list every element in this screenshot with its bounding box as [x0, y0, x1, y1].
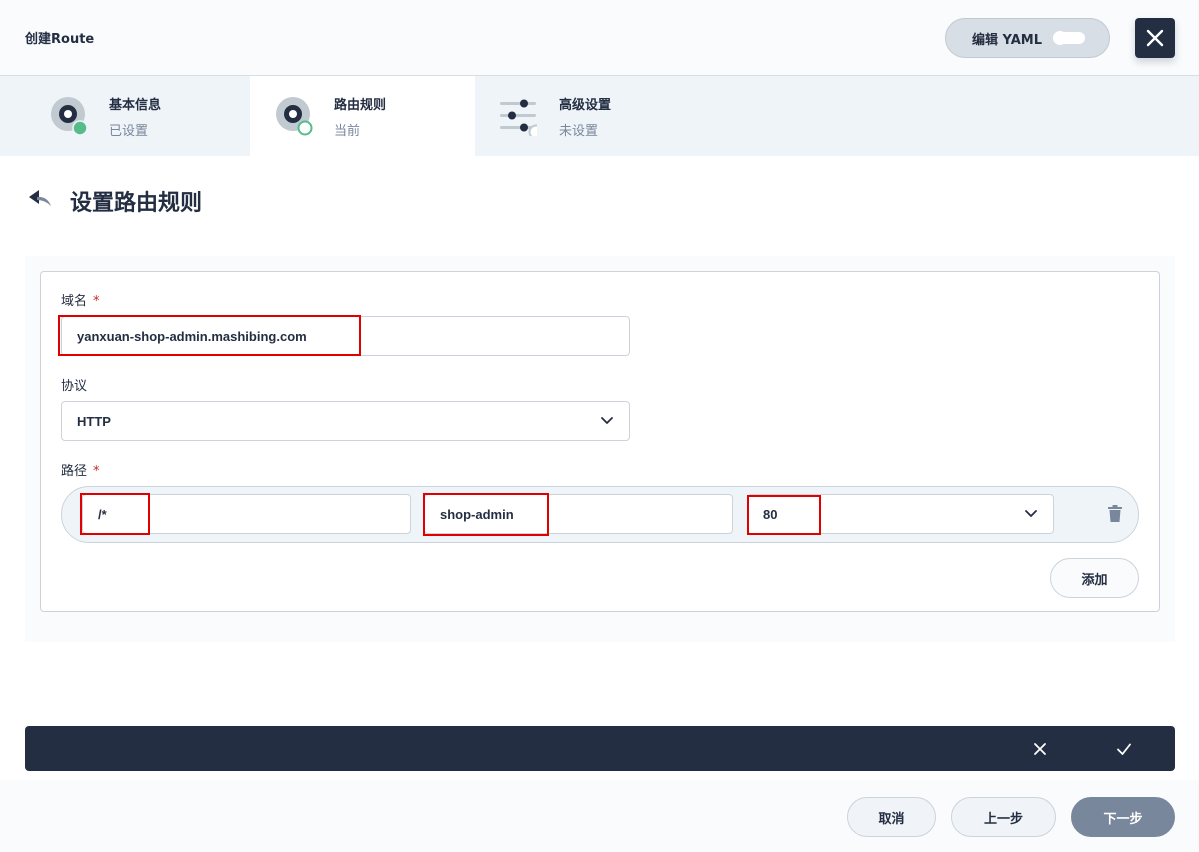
port-select[interactable]: 80 — [747, 494, 1054, 534]
required-mark: * — [93, 294, 100, 309]
service-select[interactable]: shop-admin — [424, 494, 733, 534]
route-rules-panel: 域名 * yanxuan-shop-admin.mashibing.com 协议 … — [25, 256, 1175, 642]
close-icon — [1146, 29, 1164, 47]
tab-route-rules[interactable]: 路由规则 当前 — [250, 76, 475, 156]
modal-title: 创建Route — [25, 32, 95, 47]
trash-icon[interactable] — [1107, 504, 1123, 524]
step-title: 基本信息 — [109, 98, 162, 113]
edit-yaml-label: 编辑 YAML — [972, 32, 1042, 48]
path-rule-row: /* shop-admin 80 — [61, 486, 1139, 543]
step-tabs: 基本信息 已设置 路由规则 当前 高级设置 未设置 — [0, 76, 1199, 156]
close-icon[interactable] — [1032, 741, 1048, 757]
edit-yaml-toggle-button[interactable]: 编辑 YAML — [945, 18, 1110, 58]
path-label: 路径 * — [61, 460, 100, 479]
cancel-button[interactable]: 取消 — [847, 797, 936, 837]
step-title: 高级设置 — [559, 98, 612, 113]
section-title: 设置路由规则 — [70, 191, 203, 216]
chevron-down-icon — [601, 417, 613, 424]
previous-step-button[interactable]: 上一步 — [951, 797, 1056, 837]
path-label-text: 路径 — [61, 464, 88, 479]
required-mark: * — [93, 464, 100, 479]
modal-footer: 取消 上一步 下一步 — [0, 780, 1199, 852]
service-value: shop-admin — [440, 506, 514, 522]
port-value: 80 — [763, 506, 778, 522]
domain-label-text: 域名 — [61, 294, 88, 309]
check-icon[interactable] — [1116, 741, 1132, 757]
sliders-icon — [500, 99, 537, 136]
add-path-button[interactable]: 添加 — [1050, 558, 1139, 598]
gear-wheel-icon — [276, 97, 313, 136]
domain-input[interactable]: yanxuan-shop-admin.mashibing.com — [61, 316, 630, 356]
back-arrow-icon[interactable] — [27, 188, 53, 208]
toggle-switch-icon[interactable] — [1053, 31, 1085, 45]
next-step-button[interactable]: 下一步 — [1071, 797, 1175, 837]
step-title: 路由规则 — [334, 98, 387, 113]
chevron-down-icon — [1025, 510, 1037, 517]
close-button[interactable] — [1135, 18, 1175, 58]
protocol-select[interactable]: HTTP — [61, 401, 630, 441]
protocol-label: 协议 — [61, 379, 88, 394]
tab-advanced-settings[interactable]: 高级设置 未设置 — [475, 76, 700, 156]
path-value: /* — [98, 506, 107, 522]
modal-header: 创建Route 编辑 YAML — [0, 0, 1199, 76]
edit-confirm-bar — [25, 726, 1175, 771]
domain-label: 域名 * — [61, 290, 100, 309]
step-status: 当前 — [334, 124, 361, 139]
domain-value: yanxuan-shop-admin.mashibing.com — [77, 328, 307, 344]
protocol-value: HTTP — [77, 413, 111, 429]
tab-basic-info[interactable]: 基本信息 已设置 — [0, 76, 225, 156]
step-status: 未设置 — [559, 124, 599, 139]
step-status: 已设置 — [109, 124, 149, 139]
path-input[interactable]: /* — [82, 494, 411, 534]
gear-wheel-icon — [51, 97, 88, 136]
rule-card: 域名 * yanxuan-shop-admin.mashibing.com 协议 … — [40, 271, 1160, 612]
